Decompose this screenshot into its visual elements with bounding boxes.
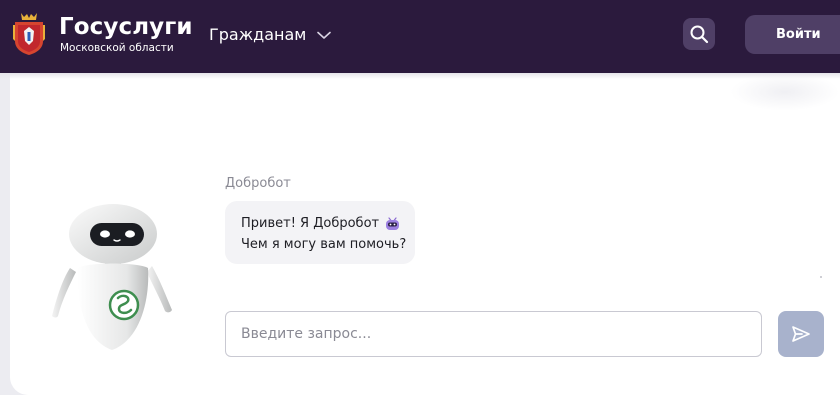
login-button[interactable]: Войти — [745, 15, 840, 54]
bot-name-label: Добробот — [225, 176, 291, 191]
message-line-1: Привет! Я Добробот — [241, 213, 415, 234]
chevron-down-icon — [317, 31, 332, 39]
message-line-2: Чем я могу вам помочь? — [241, 234, 415, 255]
chat-query-input[interactable] — [225, 311, 762, 357]
send-button[interactable] — [778, 311, 824, 357]
dobrobot-robot-illustration — [52, 204, 172, 350]
nav-citizens-label: Гражданам — [209, 25, 307, 44]
send-icon — [792, 326, 810, 342]
decorative-fade — [730, 73, 840, 111]
header-shadow — [0, 73, 840, 79]
message-text-2: Чем я могу вам помочь? — [241, 237, 407, 252]
brand-subtitle: Московской области — [60, 42, 174, 54]
nav-citizens-dropdown[interactable]: Гражданам — [209, 24, 332, 46]
brand-title[interactable]: Госуслуги — [59, 14, 193, 41]
search-icon — [690, 25, 709, 44]
top-header: Госуслуги Московской области Гражданам В… — [0, 0, 840, 73]
robot-emoji-icon — [386, 216, 400, 230]
search-button[interactable] — [683, 18, 715, 50]
decorative-dot — [820, 276, 822, 278]
coat-of-arms-icon[interactable] — [12, 11, 46, 56]
bot-message-bubble: Привет! Я Добробот Чем я могу вам помочь… — [225, 201, 415, 264]
message-text-1: Привет! Я Добробот — [241, 216, 380, 231]
